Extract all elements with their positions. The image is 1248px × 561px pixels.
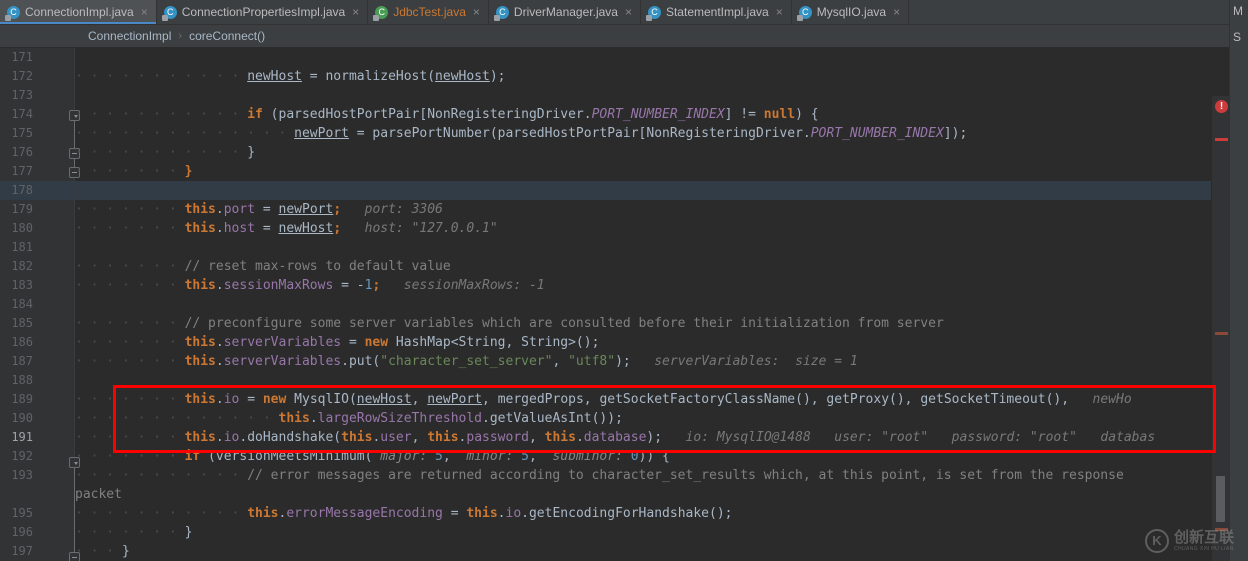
editor-tab-connectionpropertiesimpl[interactable]: C ConnectionPropertiesImpl.java × [157,0,369,24]
gutter-line-number: 183 [11,278,33,292]
gutter-line-number: 196 [11,525,33,539]
java-class-icon: C [645,5,661,21]
gutter-line-number: 171 [11,50,33,64]
editor-tab-connectionimpl[interactable]: C ConnectionImpl.java × [0,0,157,24]
current-line-highlight [75,181,1223,200]
code-line-183: · · · · · · · this.sessionMaxRows = -1; … [75,278,545,293]
code-line-180: · · · · · · · this.host = newHost; host:… [75,221,498,236]
gutter-line-number: 191 [11,430,33,444]
code-line-193: · · · · · · · · · · · // error messages … [75,468,1124,483]
right-stub-line-1: M [1233,4,1243,18]
gutter-line-number: 184 [11,297,33,311]
error-marker[interactable] [1215,138,1228,141]
code-line-177: · · · · · · · } [75,164,193,179]
tab-bar-filler [909,0,1248,24]
close-icon[interactable]: × [141,6,148,18]
watermark-cn: 创新互联 [1173,528,1234,546]
gutter-line-number: 177 [11,164,33,178]
editor-tab-drivermanager[interactable]: C DriverManager.java × [489,0,641,24]
code-line-197: · · · } [75,544,130,559]
gutter-line-number: 192 [11,449,33,463]
gutter-line-number: 182 [11,259,33,273]
error-badge-icon[interactable]: ! [1215,100,1228,113]
breadcrumb: ConnectionImpl › coreConnect() [0,25,1230,48]
code-line-195: · · · · · · · · · · · this.errorMessageE… [75,506,733,521]
code-line-196: · · · · · · · } [75,525,193,540]
code-line-175: · · · · · · · · · · · · · · newPort = pa… [75,126,968,141]
editor-gutter[interactable]: 171 172 173 174 175 176 177 178 179 180 181 182 183 1… [0,48,80,561]
tab-label: ConnectionPropertiesImpl.java [181,5,346,19]
code-line-192: · · · · · · · if (versionMeetsMinimum( m… [75,449,670,464]
breadcrumb-class[interactable]: ConnectionImpl [88,29,171,43]
close-icon[interactable]: × [352,6,359,18]
gutter-line-number: 190 [11,411,33,425]
right-tool-window-stub[interactable]: M S [1229,0,1248,561]
watermark-en: CHUANG XIN HU LIAN [1173,546,1234,552]
right-stub-line-2: S [1233,30,1242,44]
java-class-icon: C [796,5,812,21]
tab-label: StatementImpl.java [665,5,769,19]
editor-tab-statementimpl[interactable]: C StatementImpl.java × [641,0,792,24]
watermark-text: 创新互联 CHUANG XIN HU LIAN [1174,530,1234,552]
code-line-182: · · · · · · · // reset max-rows to defau… [75,259,451,274]
code-line-187: · · · · · · · this.serverVariables.put("… [75,354,858,369]
close-icon[interactable]: × [776,6,783,18]
code-line-179: · · · · · · · this.port = newPort; port:… [75,202,443,217]
tab-label: MysqlIO.java [816,5,887,19]
code-line-185: · · · · · · · // preconfigure some serve… [75,316,944,331]
editor-tab-mysqlio[interactable]: C MysqlIO.java × [792,0,910,24]
breadcrumb-method[interactable]: coreConnect() [189,29,265,43]
tab-label: DriverManager.java [513,5,618,19]
chevron-right-icon: › [178,30,183,42]
code-line-174: · · · · · · · · · · · if (parsedHostPort… [75,107,819,122]
gutter-line-number: 189 [11,392,33,406]
watermark: K 创新互联 CHUANG XIN HU LIAN [1144,529,1234,553]
editor-tab-bar: C ConnectionImpl.java × C ConnectionProp… [0,0,1248,25]
gutter-line-number: 187 [11,354,33,368]
gutter-line-number: 181 [11,240,33,254]
gutter-line-number: 174 [11,107,33,121]
code-line-189: · · · · · · · this.io = new MysqlIO(newH… [75,392,1132,407]
gutter-line-number: 173 [11,88,33,102]
gutter-line-number: 185 [11,316,33,330]
gutter-line-number: 188 [11,373,33,387]
gutter-line-number: 180 [11,221,33,235]
code-line-190: · · · · · · · · · · · · · this.largeRowS… [75,411,623,426]
java-runnable-class-icon: C [373,5,389,21]
code-line-194-wrap: packet [75,487,122,502]
code-line-172: · · · · · · · · · · · newHost = normaliz… [75,69,506,84]
tab-label: JdbcTest.java [393,5,466,19]
gutter-line-number: 193 [11,468,33,482]
gutter-line-number: 197 [11,544,33,558]
gutter-line-number: 176 [11,145,33,159]
close-icon[interactable]: × [473,6,480,18]
tab-label: ConnectionImpl.java [25,5,134,19]
gutter-line-number: 172 [11,69,33,83]
watermark-logo-icon: K [1144,529,1169,553]
error-marker-bar[interactable]: ! [1211,96,1230,561]
code-line-186: · · · · · · · this.serverVariables = new… [75,335,600,350]
gutter-line-number: 195 [11,506,33,520]
ide-window: C ConnectionImpl.java × C ConnectionProp… [0,0,1248,561]
gutter-line-number: 175 [11,126,33,140]
java-class-icon: C [5,5,20,21]
code-content[interactable]: · · · · · · · · · · · newHost = normaliz… [75,48,1223,561]
code-editor[interactable]: 171 172 173 174 175 176 177 178 179 180 181 182 183 1… [0,48,1230,561]
editor-tab-jdbctest[interactable]: C JdbcTest.java × [368,0,489,24]
gutter-line-number: 179 [11,202,33,216]
gutter-line-number: 178 [11,183,33,197]
close-icon[interactable]: × [625,6,632,18]
java-class-icon: C [493,5,509,21]
code-line-176: · · · · · · · · · · · } [75,145,256,160]
close-icon[interactable]: × [893,6,900,18]
gutter-line-number: 186 [11,335,33,349]
warning-marker[interactable] [1215,332,1228,335]
code-line-191: · · · · · · · this.io.doHandshake(this.u… [75,430,1156,445]
editor-scrollbar-thumb[interactable] [1216,476,1225,522]
java-class-icon: C [161,5,177,21]
